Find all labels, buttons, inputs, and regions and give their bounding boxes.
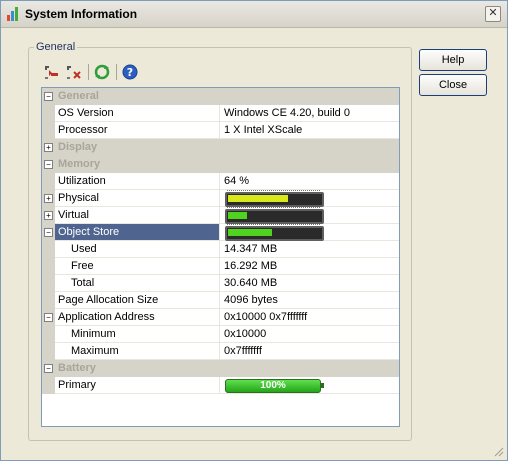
expand-icon[interactable]: + <box>44 143 53 152</box>
expand-icon[interactable]: + <box>44 211 53 220</box>
toolbar-separator <box>116 64 117 80</box>
property-row[interactable]: Free 16.292 MB <box>42 258 399 275</box>
category-memory[interactable]: − Memory <box>42 156 399 173</box>
system-info-icon <box>7 7 21 21</box>
refresh-icon[interactable] <box>93 63 111 81</box>
collapse-icon[interactable]: − <box>44 364 53 373</box>
bar-fill <box>228 229 272 236</box>
category-general[interactable]: − General <box>42 88 399 105</box>
battery-level-bar: 100% <box>225 379 324 393</box>
category-display[interactable]: + Display <box>42 139 399 156</box>
property-row[interactable]: Minimum 0x10000 <box>42 326 399 343</box>
property-row[interactable]: Total 30.640 MB <box>42 275 399 292</box>
property-row[interactable]: + Physical <box>42 190 399 207</box>
bar-fill <box>228 195 288 202</box>
svg-text:?: ? <box>127 66 133 79</box>
physical-usage-bar <box>225 190 324 207</box>
property-row-selected[interactable]: − Object Store <box>42 224 399 241</box>
close-icon[interactable]: ✕ <box>485 6 501 22</box>
window-title: System Information <box>25 7 138 21</box>
collapse-icon[interactable]: − <box>44 313 53 322</box>
property-row[interactable]: + Virtual <box>42 207 399 224</box>
property-row[interactable]: Processor 1 X Intel XScale <box>42 122 399 139</box>
help-icon[interactable]: ? <box>121 63 139 81</box>
property-grid[interactable]: − General OS Version Windows CE 4.20, bu… <box>41 87 400 427</box>
property-row[interactable]: OS Version Windows CE 4.20, build 0 <box>42 105 399 122</box>
help-button[interactable]: Help <box>419 49 487 71</box>
collapse-all-icon[interactable] <box>65 63 83 81</box>
bar-fill <box>228 212 247 219</box>
group-label: General <box>34 41 78 53</box>
category-battery[interactable]: − Battery <box>42 360 399 377</box>
property-row[interactable]: Used 14.347 MB <box>42 241 399 258</box>
property-row[interactable]: Primary 100% <box>42 377 399 394</box>
close-button[interactable]: Close <box>419 74 487 96</box>
expand-all-icon[interactable] <box>43 63 61 81</box>
property-row[interactable]: Utilization 64 % <box>42 173 399 190</box>
object-store-usage-bar <box>225 224 324 241</box>
collapse-icon[interactable]: − <box>44 228 53 237</box>
resize-grip-icon[interactable] <box>494 447 504 457</box>
toolbar-separator <box>88 64 89 80</box>
property-row[interactable]: − Application Address 0x10000 0x7fffffff <box>42 309 399 326</box>
virtual-usage-bar <box>225 207 324 224</box>
collapse-icon[interactable]: − <box>44 92 53 101</box>
expand-icon[interactable]: + <box>44 194 53 203</box>
title-bar[interactable]: System Information ✕ <box>1 1 507 28</box>
system-information-window: System Information ✕ General ? Help Clos… <box>0 0 508 461</box>
collapse-icon[interactable]: − <box>44 160 53 169</box>
property-row[interactable]: Page Allocation Size 4096 bytes <box>42 292 399 309</box>
property-row[interactable]: Maximum 0x7fffffff <box>42 343 399 360</box>
